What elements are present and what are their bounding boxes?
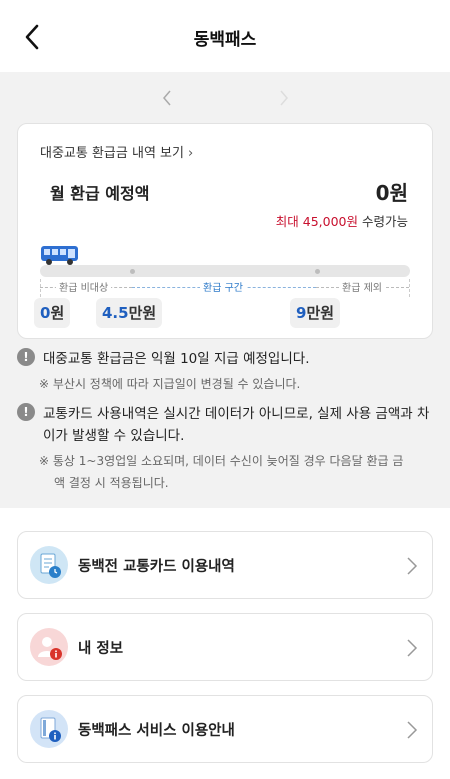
menu-section: 동백전 교통카드 이용내역 내 정보 동백패스 서비스 이용안내 bbox=[0, 508, 450, 779]
refund-history-link-label: 대중교통 환급금 내역 보기 bbox=[40, 146, 184, 161]
service-guide-icon bbox=[30, 710, 68, 748]
prev-month-icon[interactable] bbox=[158, 88, 176, 108]
next-month-icon[interactable] bbox=[275, 88, 293, 108]
refund-expected-label: 월 환급 예정액 bbox=[50, 184, 150, 203]
month-navigator bbox=[0, 86, 450, 110]
marker-number: 4.5 bbox=[102, 304, 129, 322]
progress-dot bbox=[130, 269, 135, 274]
user-info-icon bbox=[30, 628, 68, 666]
refund-summary-card: 대중교통 환급금 내역 보기 › 월 환급 예정액 0원 최대 45,000원 수… bbox=[17, 123, 433, 339]
marker-pill: 9만원 bbox=[290, 298, 341, 328]
chevron-right-icon: › bbox=[187, 146, 194, 161]
menu-item-my-info[interactable]: 내 정보 bbox=[17, 613, 433, 681]
menu-label: 동백패스 서비스 이용안내 bbox=[78, 723, 235, 739]
zone-label-middle: 환급 구간 bbox=[200, 279, 246, 294]
refund-expected-value: 0원 bbox=[375, 181, 408, 205]
bus-icon bbox=[41, 246, 78, 265]
notice-main-text: 대중교통 환급금은 익월 10일 지급 예정입니다. bbox=[43, 351, 310, 367]
max-suffix: 수령가능 bbox=[361, 214, 408, 229]
zone-divider bbox=[409, 279, 410, 297]
exclamation-icon: ! bbox=[17, 403, 35, 421]
refund-history-link[interactable]: 대중교통 환급금 내역 보기 › bbox=[40, 142, 193, 161]
menu-item-card-history[interactable]: 동백전 교통카드 이용내역 bbox=[17, 531, 433, 599]
progress-dot bbox=[315, 269, 320, 274]
notice-sub-text: ※ 부산시 정책에 따라 지급일이 변경될 수 있습니다. bbox=[39, 377, 301, 391]
max-prefix: 최대 bbox=[275, 214, 299, 229]
notice-main-line: 교통카드 사용내역은 실시간 데이터가 아니므로, 실제 사용 금액과 차 bbox=[43, 406, 430, 422]
menu-label: 동백전 교통카드 이용내역 bbox=[78, 559, 235, 575]
zone-label-right: 환급 제외 bbox=[339, 279, 385, 294]
chevron-right-icon bbox=[407, 557, 418, 575]
page-title: 동백패스 bbox=[193, 30, 257, 50]
marker-pill: 0원 bbox=[34, 298, 71, 328]
menu-item-service-guide[interactable]: 동백패스 서비스 이용안내 bbox=[17, 695, 433, 763]
marker-unit: 만원 bbox=[128, 304, 157, 322]
max-refund-line: 최대 45,000원 수령가능 bbox=[276, 211, 408, 230]
marker-pill: 4.5만원 bbox=[96, 298, 163, 328]
refund-progress-track bbox=[40, 265, 410, 277]
notice-main-line: 이가 발생할 수 있습니다. bbox=[43, 428, 185, 444]
menu-label: 내 정보 bbox=[78, 641, 124, 657]
notice-sub-line: 액 결정 시 적용됩니다. bbox=[54, 476, 169, 490]
chevron-right-icon bbox=[407, 721, 418, 739]
zone-label-left: 환급 비대상 bbox=[56, 279, 112, 294]
max-amount: 45,000원 bbox=[302, 214, 358, 229]
marker-unit: 만원 bbox=[306, 304, 335, 322]
notice-sub-text: ※ 통상 1~3영업일 소요되며, 데이터 수신이 늦어질 경우 다음달 환급 … bbox=[39, 450, 429, 494]
app-header: 동백패스 bbox=[0, 0, 450, 72]
chevron-right-icon bbox=[407, 639, 418, 657]
marker-number: 9 bbox=[296, 304, 307, 322]
notice-main-text: 교통카드 사용내역은 실시간 데이터가 아니므로, 실제 사용 금액과 차 이가… bbox=[43, 403, 433, 447]
exclamation-icon: ! bbox=[17, 348, 35, 366]
notice-sub-line: ※ 통상 1~3영업일 소요되며, 데이터 수신이 늦어질 경우 다음달 환급 … bbox=[39, 454, 404, 468]
zone-divider bbox=[40, 279, 41, 297]
marker-number: 0 bbox=[40, 304, 51, 322]
card-history-icon bbox=[30, 546, 68, 584]
marker-unit: 원 bbox=[50, 304, 65, 322]
